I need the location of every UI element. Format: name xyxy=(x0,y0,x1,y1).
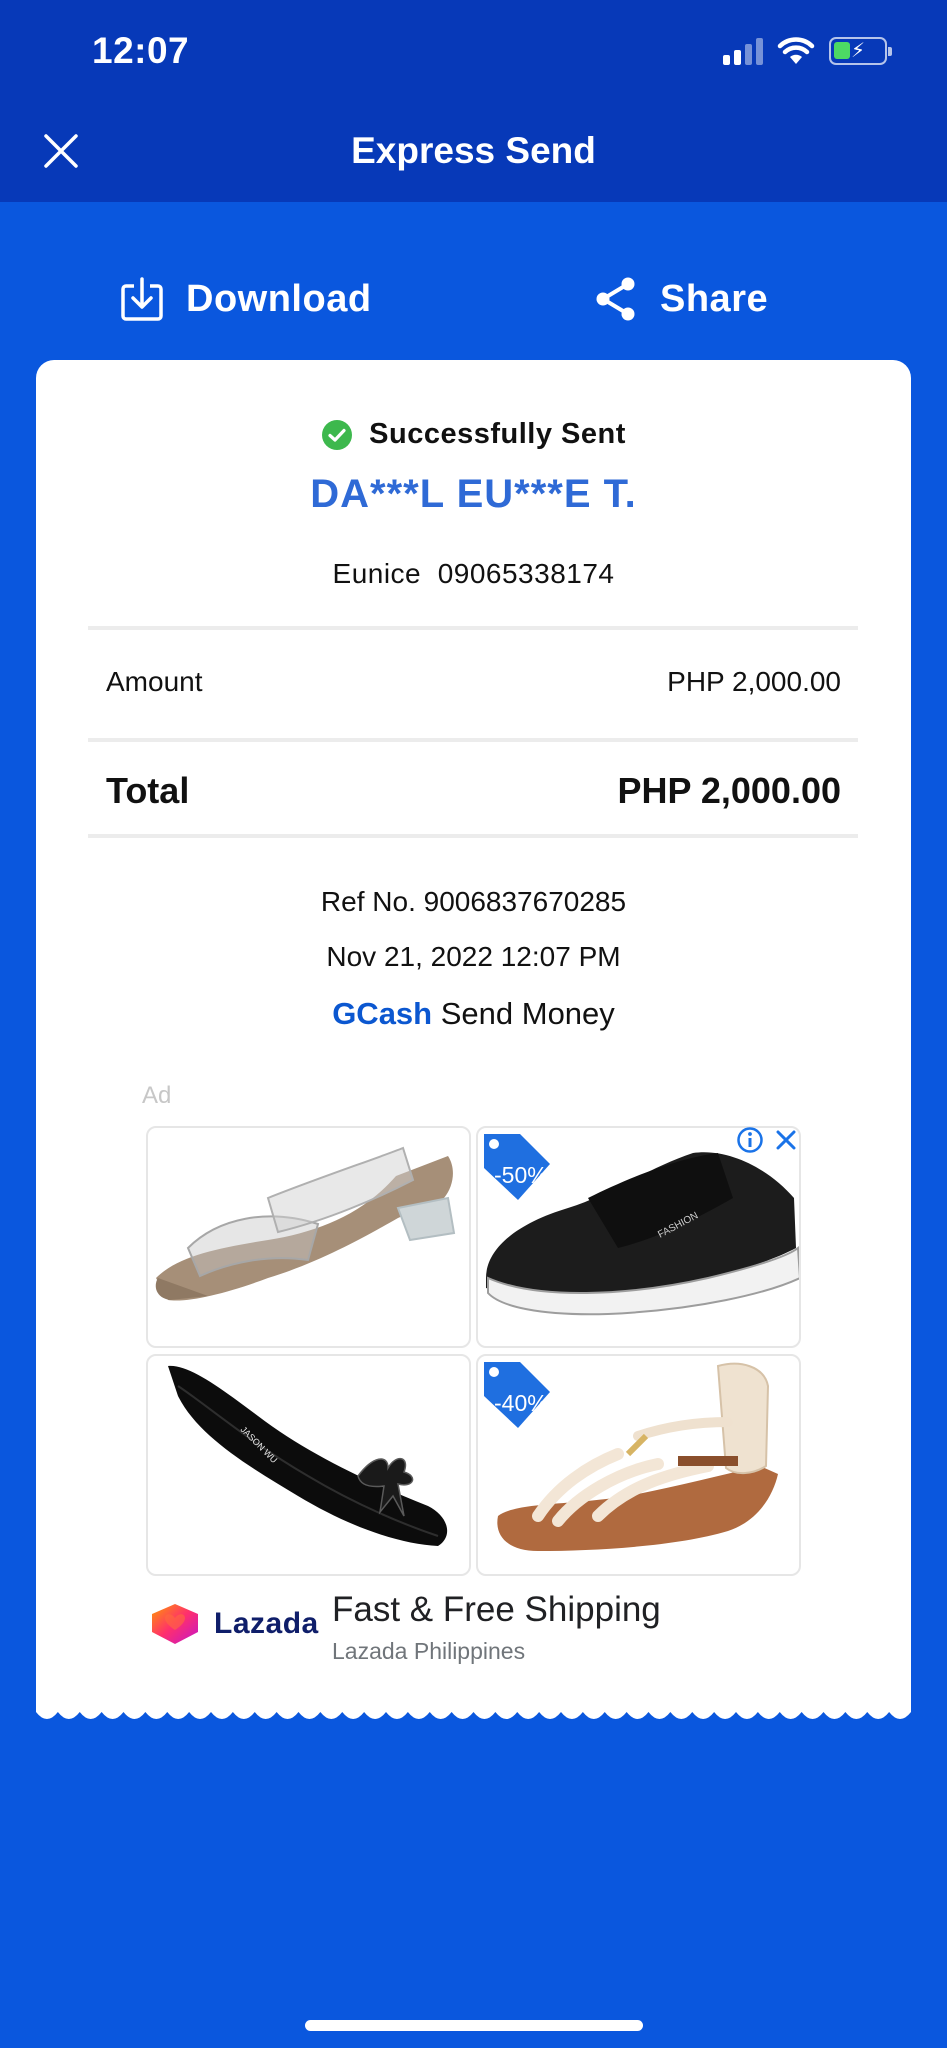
recipient-detail: Eunice 09065338174 xyxy=(332,558,615,589)
ad-advertiser: Lazada Philippines xyxy=(332,1638,526,1664)
info-icon[interactable] xyxy=(736,1126,764,1154)
ad-footer[interactable]: Lazada Fast & Free Shipping Lazada Phili… xyxy=(148,1588,848,1668)
signal-icon xyxy=(723,37,763,65)
transaction-datetime: Nov 21, 2022 12:07 PM xyxy=(326,941,621,972)
ad-headline[interactable]: Fast & Free Shipping xyxy=(332,1590,661,1630)
download-button[interactable]: Download xyxy=(120,276,372,322)
top-bar: 12:07 ⚡ Express Send xyxy=(0,0,947,202)
action-bar: Download Share xyxy=(0,270,947,330)
share-label: Share xyxy=(660,277,769,320)
share-icon xyxy=(596,277,635,321)
ad-label: Ad xyxy=(142,1082,172,1109)
recipient-name: DA***L EU***E T. xyxy=(310,472,637,516)
success-text: Successfully Sent xyxy=(369,418,626,450)
ad-image-grid[interactable]: FASHION -50% JASON WU -40% xyxy=(146,1126,801,1576)
lazada-logo: Lazada xyxy=(148,1602,319,1646)
share-button[interactable]: Share xyxy=(594,276,768,322)
wifi-icon xyxy=(777,37,815,64)
black-pointed-flat-image: JASON WU xyxy=(168,1365,448,1546)
divider xyxy=(88,626,858,630)
discount-badge: -50% xyxy=(494,1162,548,1188)
express-send-receipt-screen: 12:07 ⚡ Express Send Download Share Succ… xyxy=(0,0,947,2048)
clear-heel-sandal-image xyxy=(155,1146,456,1301)
home-indicator xyxy=(305,2020,643,2031)
total-row: Total PHP 2,000.00 xyxy=(106,770,841,812)
lazada-heart-icon xyxy=(152,1604,198,1644)
receipt-card: Successfully Sent DA***L EU***E T. Eunic… xyxy=(36,360,911,1710)
ad-tile-black-mesh-sneaker[interactable]: FASHION -50% xyxy=(476,1126,801,1348)
status-icons: ⚡ xyxy=(723,36,892,66)
page-title: Express Send xyxy=(351,130,596,171)
divider xyxy=(88,738,858,742)
success-status: Successfully Sent xyxy=(36,418,911,451)
ad-tile-black-pointed-flat[interactable]: JASON WU xyxy=(146,1354,471,1576)
divider xyxy=(88,834,858,838)
amount-row: Amount PHP 2,000.00 xyxy=(106,666,841,698)
battery-charging-icon: ⚡ xyxy=(829,37,892,65)
ad-tile-braided-sandal[interactable]: -40% xyxy=(476,1354,801,1576)
lazada-wordmark: Lazada xyxy=(214,1607,319,1640)
check-circle-icon xyxy=(322,419,353,450)
total-value: PHP 2,000.00 xyxy=(617,770,841,811)
gcash-brand: GCash xyxy=(332,996,433,1031)
discount-badge: -40% xyxy=(494,1390,548,1416)
ad-close-icon[interactable] xyxy=(772,1126,800,1154)
download-icon xyxy=(121,277,163,321)
amount-value: PHP 2,000.00 xyxy=(667,666,841,697)
total-label: Total xyxy=(106,770,190,811)
reference-number: Ref No. 9006837670285 xyxy=(320,886,627,917)
receipt-torn-edge xyxy=(36,1704,911,1719)
service-line: GCash Send Money xyxy=(36,996,911,1032)
status-time: 12:07 xyxy=(92,30,190,71)
service-name: Send Money xyxy=(440,996,615,1031)
ad-controls xyxy=(736,1126,800,1154)
ad-tile-clear-heel-sandal[interactable] xyxy=(146,1126,471,1348)
amount-label: Amount xyxy=(106,666,203,697)
download-label: Download xyxy=(186,277,372,320)
